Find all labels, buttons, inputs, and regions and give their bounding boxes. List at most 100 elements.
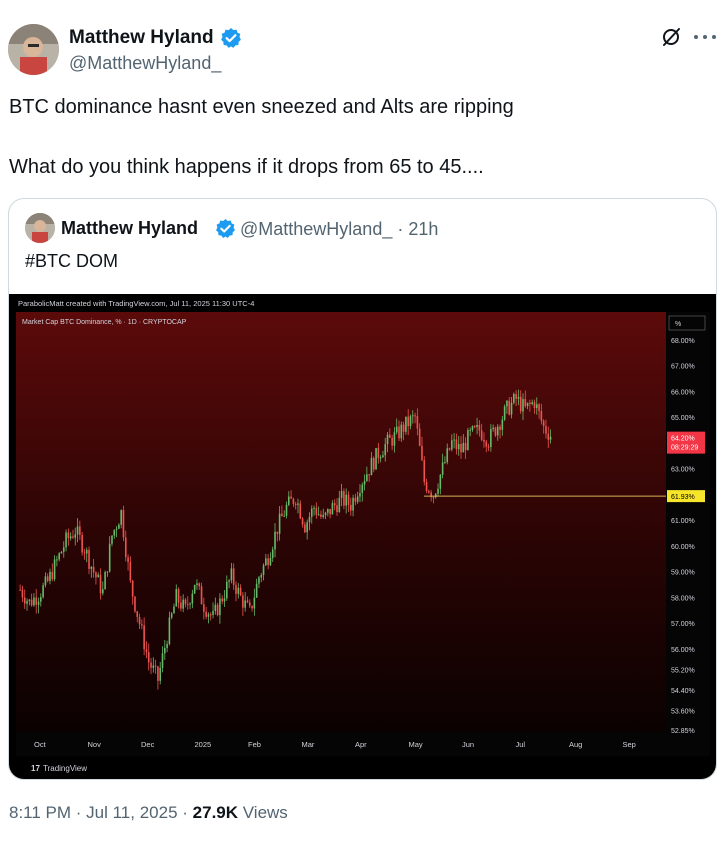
candle-body xyxy=(81,534,83,553)
candle-body xyxy=(51,571,54,580)
candle-body xyxy=(276,531,279,534)
candle-body xyxy=(331,503,334,515)
candle-body xyxy=(129,562,132,581)
candle-body xyxy=(95,572,97,578)
candle-body xyxy=(198,583,201,587)
candle-body xyxy=(425,481,428,491)
candle-body xyxy=(147,652,150,663)
plot-area xyxy=(16,312,666,732)
candle-body xyxy=(361,484,364,493)
candle-body xyxy=(434,493,437,498)
y-tick-label: 57.00% xyxy=(671,621,695,628)
candle-body xyxy=(159,667,162,681)
candle-body xyxy=(473,426,476,428)
candle-body xyxy=(405,416,407,432)
candle-body xyxy=(262,565,265,576)
candle-body xyxy=(487,446,490,448)
candle-body xyxy=(228,580,230,582)
candle-body xyxy=(485,441,488,447)
quoted-tweet-card[interactable]: Matthew Hyland @MatthewHyland_ · 21h #BT… xyxy=(8,198,717,780)
candle-body xyxy=(92,566,95,573)
grok-icon[interactable] xyxy=(660,26,682,48)
candle-body xyxy=(510,402,513,415)
candle-body xyxy=(494,427,497,436)
candle-body xyxy=(122,510,125,538)
candle-body xyxy=(97,574,100,578)
candle-body xyxy=(214,604,217,611)
candle-body xyxy=(69,536,72,539)
candle-body xyxy=(519,396,522,412)
candle-body xyxy=(359,492,361,497)
candle-body xyxy=(538,404,540,412)
candle-body xyxy=(464,442,467,451)
author-avatar[interactable] xyxy=(8,24,59,75)
quoted-author-name[interactable]: Matthew Hyland xyxy=(61,218,198,239)
author-name[interactable]: Matthew Hyland xyxy=(69,27,214,49)
candle-body xyxy=(265,558,267,566)
chart-image[interactable]: ParabolicMatt created with TradingView.c… xyxy=(9,294,716,779)
candle-body xyxy=(150,662,152,668)
candle-body xyxy=(294,504,297,506)
candle-body xyxy=(414,415,416,417)
verified-badge-icon xyxy=(221,28,241,48)
candle-body xyxy=(216,604,219,616)
x-tick-label: Sep xyxy=(623,740,636,749)
candle-body xyxy=(23,597,26,604)
x-tick-label: Oct xyxy=(34,740,47,749)
candle-body xyxy=(154,665,157,667)
candle-body xyxy=(322,515,325,517)
candle-body xyxy=(62,547,65,552)
more-options-icon[interactable] xyxy=(694,26,716,48)
tweet-text-line-1: BTC dominance hasnt even sneezed and Alt… xyxy=(9,96,514,118)
candle-body xyxy=(453,439,455,441)
candle-body xyxy=(79,526,81,535)
y-tick-label: 61.00% xyxy=(671,518,695,525)
candle-body xyxy=(35,597,38,605)
candle-body xyxy=(136,611,139,617)
candle-body xyxy=(161,653,164,668)
candle-body xyxy=(338,497,341,513)
candle-body xyxy=(389,434,391,438)
y-tick-label: 52.85% xyxy=(671,728,695,735)
candle-body xyxy=(152,665,155,668)
candle-body xyxy=(83,552,86,554)
candle-body xyxy=(297,503,299,505)
quoted-author-avatar[interactable] xyxy=(25,213,55,243)
candle-body xyxy=(476,424,478,428)
candle-body xyxy=(253,597,256,609)
candle-body xyxy=(230,568,233,581)
candle-body xyxy=(124,537,127,558)
candle-body xyxy=(102,589,104,594)
candle-body xyxy=(517,396,520,399)
candle-body xyxy=(471,426,474,430)
candle-body xyxy=(26,600,28,604)
countdown-label: 08:29:29 xyxy=(671,445,698,452)
candle-body xyxy=(423,460,426,482)
quoted-author-handle[interactable]: @MatthewHyland_ xyxy=(240,219,392,239)
candle-body xyxy=(308,516,311,523)
candle-body xyxy=(490,429,492,448)
tweet-timestamp[interactable]: 8:11 PM · Jul 11, 2025 · xyxy=(9,803,188,822)
candle-body xyxy=(366,474,368,481)
candle-body xyxy=(88,549,90,569)
candle-body xyxy=(168,617,171,645)
candle-body xyxy=(205,611,207,617)
candle-body xyxy=(372,458,375,470)
candle-body xyxy=(508,400,511,415)
candle-body xyxy=(460,444,462,453)
candle-body xyxy=(432,497,435,499)
candle-body xyxy=(42,585,44,598)
candle-body xyxy=(547,433,550,440)
candle-body xyxy=(283,515,286,517)
candle-body xyxy=(501,419,504,430)
views-label: Views xyxy=(242,803,288,822)
candle-body xyxy=(428,490,430,493)
candle-body xyxy=(437,488,439,494)
candle-body xyxy=(304,524,306,533)
candle-body xyxy=(108,543,111,572)
candle-body xyxy=(545,426,547,434)
candle-body xyxy=(320,514,322,517)
author-handle[interactable]: @MatthewHyland_ xyxy=(69,53,221,74)
candle-body xyxy=(407,416,409,427)
candle-body xyxy=(306,522,308,533)
